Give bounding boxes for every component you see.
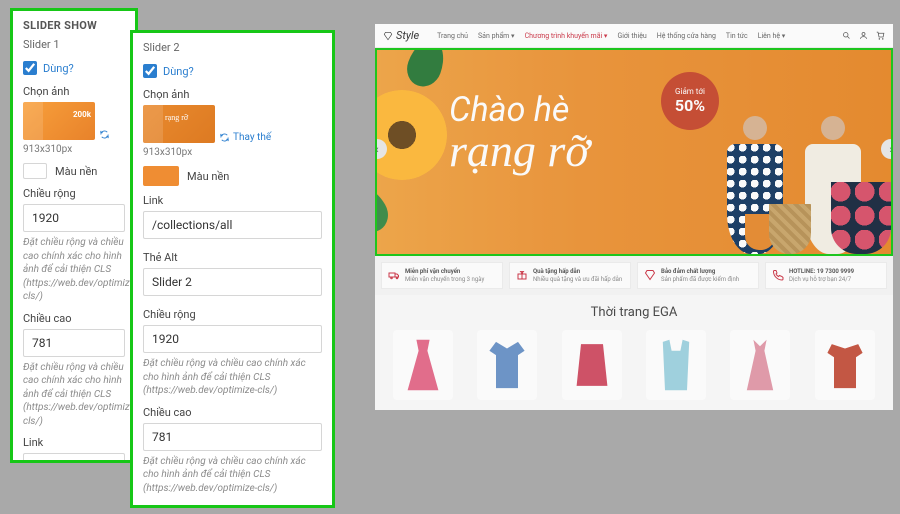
storefront-preview: Style Trang chủ Sản phẩm ▾ Chương trình … [375, 24, 893, 404]
feature-item: Quà tặng hấp dẫnNhiều quà tặng và ưu đãi… [509, 262, 631, 289]
cart-icon[interactable] [876, 31, 885, 40]
product-card[interactable] [815, 330, 875, 400]
height-input[interactable] [23, 329, 125, 357]
height-help: Đặt chiều rộng và chiều cao chính xác ch… [143, 455, 322, 496]
alt-input[interactable] [143, 268, 322, 296]
gift-icon [516, 269, 528, 281]
product-row [375, 326, 893, 410]
nav-item[interactable]: Hệ thống cửa hàng [657, 32, 716, 40]
hero-slider: Chào hè rạng rỡ Giảm tới 50% ‹ › [375, 48, 893, 256]
nav-item-promo[interactable]: Chương trình khuyến mãi ▾ [525, 32, 608, 40]
width-label: Chiều rộng [23, 187, 125, 200]
slider-config-panel-1: SLIDER SHOW Slider 1 Dùng? Chọn ảnh 200k… [10, 8, 138, 463]
alt-label: Thẻ Alt [143, 251, 322, 264]
height-input[interactable] [143, 423, 322, 451]
slider-config-panel-2: Slider 2 Dùng? Chọn ảnh rạng rỡ Thay thế… [130, 30, 335, 508]
image-dimensions: 913x310px [143, 147, 322, 158]
truck-icon [388, 269, 400, 281]
product-card[interactable] [646, 330, 706, 400]
use-label: Dùng? [163, 65, 194, 78]
diamond-icon [644, 269, 656, 281]
cami-icon [654, 337, 698, 393]
bg-color-swatch[interactable] [143, 166, 179, 186]
image-dimensions: 913x310px [23, 144, 125, 155]
feature-strip: Miễn phí vận chuyểnMiễn vận chuyển trong… [375, 256, 893, 295]
feature-item: Miễn phí vận chuyểnMiễn vận chuyển trong… [381, 262, 503, 289]
search-icon[interactable] [842, 31, 851, 40]
use-checkbox[interactable] [143, 64, 157, 78]
tee-icon [823, 337, 867, 393]
width-input[interactable] [143, 325, 322, 353]
height-label: Chiều cao [23, 312, 125, 325]
preview-topbar: Style Trang chủ Sản phẩm ▾ Chương trình … [375, 24, 893, 48]
dress-icon [401, 337, 445, 393]
width-input[interactable] [23, 204, 125, 232]
feature-item: HOTLINE: 19 7300 9999Dịch vụ hỗ trợ bạn … [765, 262, 887, 289]
replace-image-link[interactable]: Thay thế [219, 132, 271, 143]
store-logo[interactable]: Style [383, 29, 419, 42]
feature-item: Bảo đảm chất lượngSản phẩm đã được kiểm … [637, 262, 759, 289]
diamond-icon [383, 31, 393, 41]
width-help: Đặt chiều rộng và chiều cao chính xác ch… [23, 236, 125, 304]
choose-image-label: Chọn ảnh [23, 85, 125, 98]
slip-icon [738, 337, 782, 393]
hero-models [685, 56, 893, 254]
top-icon [570, 337, 614, 393]
panel-subtitle: Slider 1 [23, 38, 125, 51]
nav-item[interactable]: Sản phẩm ▾ [478, 32, 515, 40]
link-input[interactable] [23, 453, 125, 463]
choose-image-label: Chọn ảnh [143, 88, 322, 101]
image-thumbnail[interactable]: rạng rỡ [143, 105, 215, 143]
use-checkbox-row[interactable]: Dùng? [143, 64, 322, 78]
nav-item[interactable]: Giới thiệu [617, 32, 646, 40]
link-label: Link [23, 436, 125, 449]
user-icon[interactable] [859, 31, 868, 40]
width-help: Đặt chiều rộng và chiều cao chính xác ch… [143, 357, 322, 398]
product-card[interactable] [562, 330, 622, 400]
nav-item[interactable]: Tin tức [726, 32, 748, 40]
image-thumbnail[interactable]: 200k [23, 102, 95, 140]
use-checkbox[interactable] [23, 61, 37, 75]
product-card[interactable] [393, 330, 453, 400]
replace-icon [219, 132, 230, 143]
bg-color-label: Màu nền [55, 165, 97, 178]
bg-color-swatch[interactable] [23, 163, 47, 179]
panel-subtitle: Slider 2 [143, 41, 322, 54]
product-card[interactable] [477, 330, 537, 400]
phone-icon [772, 269, 784, 281]
height-label: Chiều cao [143, 406, 322, 419]
height-help: Đặt chiều rộng và chiều cao chính xác ch… [23, 361, 125, 429]
nav-menu: Trang chủ Sản phẩm ▾ Chương trình khuyến… [437, 32, 785, 40]
product-card[interactable] [730, 330, 790, 400]
replace-image-link[interactable] [99, 129, 110, 140]
bg-color-label: Màu nền [187, 170, 229, 183]
nav-item[interactable]: Trang chủ [437, 32, 468, 40]
replace-icon [99, 129, 110, 140]
use-label: Dùng? [43, 62, 74, 75]
panel-title: SLIDER SHOW [23, 19, 125, 32]
link-label: Link [143, 194, 322, 207]
hero-headline: Chào hè rạng rỡ [449, 90, 590, 177]
width-label: Chiều rộng [143, 308, 322, 321]
use-checkbox-row[interactable]: Dùng? [23, 61, 125, 75]
shirt-icon [485, 337, 529, 393]
link-input[interactable] [143, 211, 322, 239]
section-title: Thời trang EGA [375, 295, 893, 326]
nav-item[interactable]: Liên hệ ▾ [758, 32, 786, 40]
